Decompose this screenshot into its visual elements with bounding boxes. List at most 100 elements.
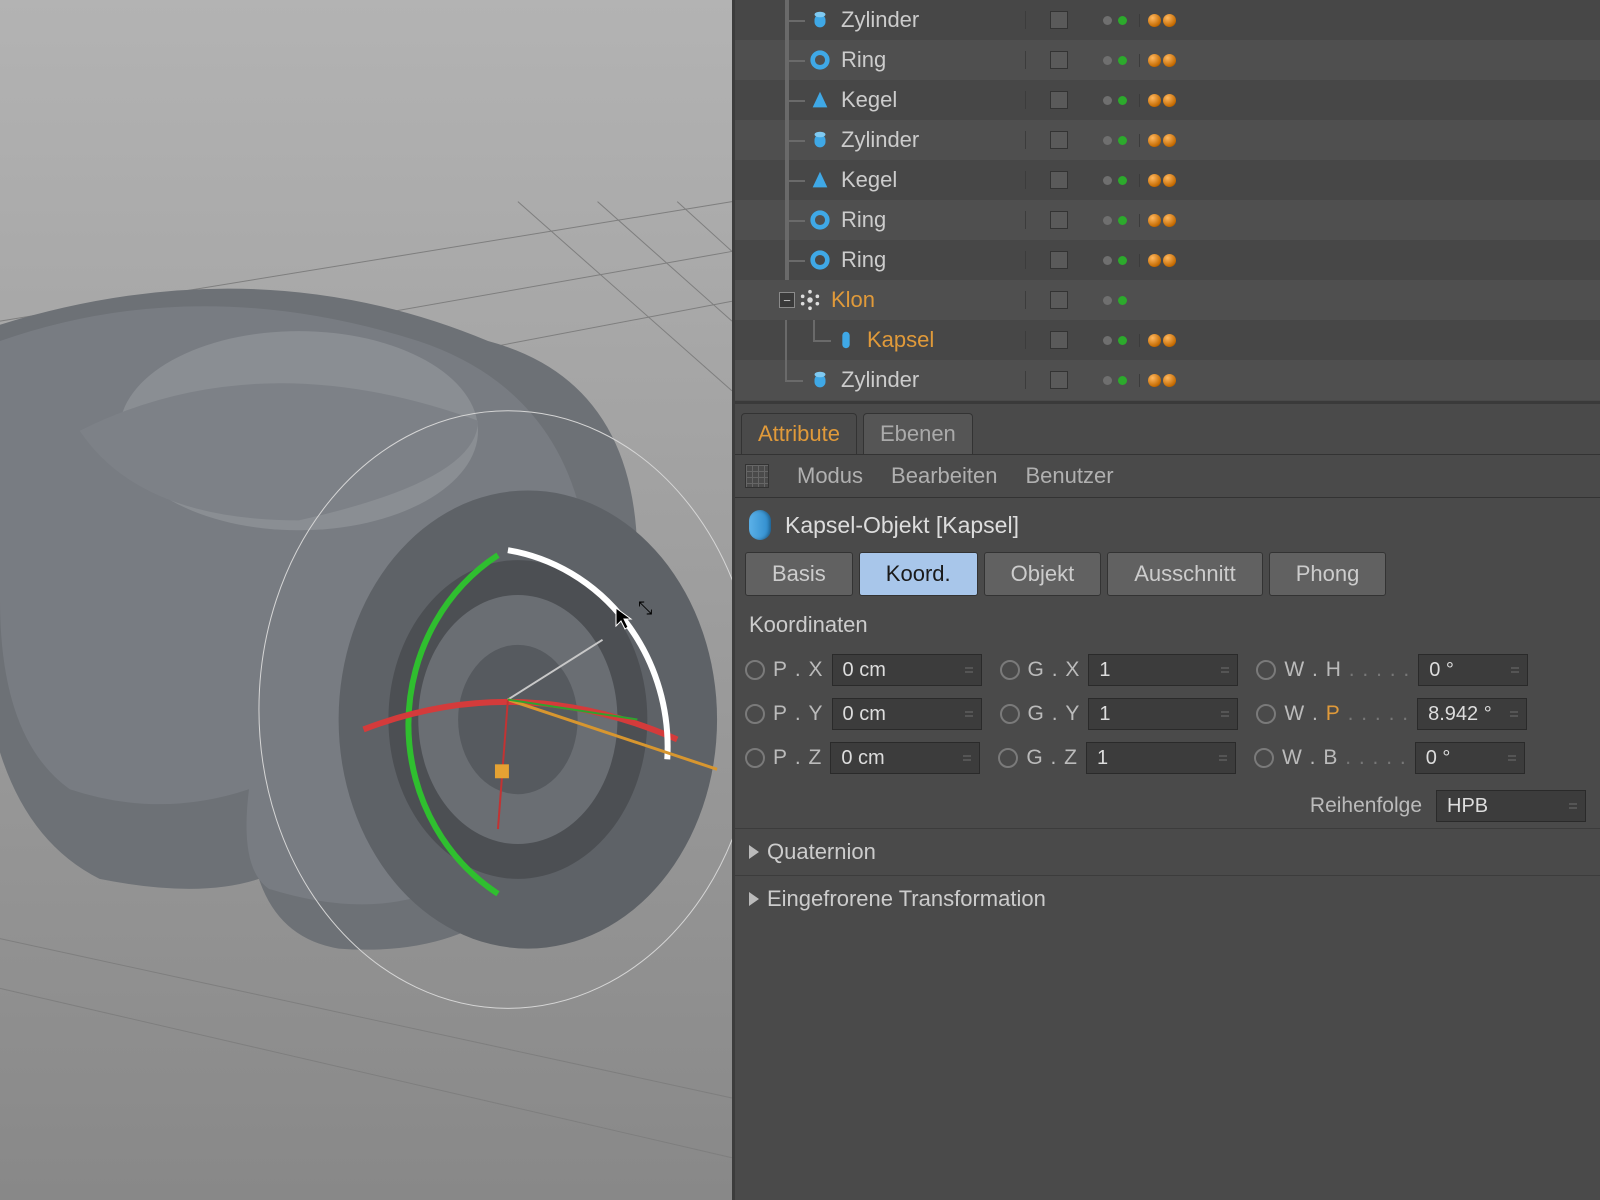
- anim-radio[interactable]: [998, 748, 1018, 768]
- label-gy: G . Y: [1028, 702, 1081, 726]
- ring-icon: [809, 49, 831, 71]
- input-gz[interactable]: 1: [1086, 742, 1236, 774]
- menu-bearbeiten[interactable]: Bearbeiten: [891, 463, 997, 489]
- object-row[interactable]: Zylinder: [735, 360, 1600, 400]
- object-row[interactable]: Ring: [735, 40, 1600, 80]
- rotate-cursor-badge-icon: ⤡: [638, 598, 652, 619]
- tab-basis[interactable]: Basis: [745, 552, 853, 596]
- capsule-icon: [749, 510, 771, 540]
- phong-tag-icon[interactable]: [1148, 174, 1161, 187]
- tab-ausschnitt[interactable]: Ausschnitt: [1107, 552, 1263, 596]
- edit-dot[interactable]: [1103, 16, 1112, 25]
- object-row[interactable]: Ring: [735, 240, 1600, 280]
- phong-tag-icon[interactable]: [1163, 334, 1176, 347]
- object-label: Zylinder: [841, 127, 919, 153]
- anim-radio[interactable]: [745, 660, 765, 680]
- cylinder-icon: [809, 129, 831, 151]
- phong-tag-icon[interactable]: [1163, 94, 1176, 107]
- phong-tag-icon[interactable]: [1163, 134, 1176, 147]
- phong-tag-icon[interactable]: [1148, 254, 1161, 267]
- label-px: P . X: [773, 658, 824, 682]
- disclosure-icon: [749, 892, 759, 906]
- input-gx[interactable]: 1: [1088, 654, 1238, 686]
- tab-koord[interactable]: Koord.: [859, 552, 978, 596]
- fold-label: Eingefrorene Transformation: [767, 886, 1046, 912]
- phong-tag-icon[interactable]: [1148, 14, 1161, 27]
- cone-icon: [809, 169, 831, 191]
- object-label: Ring: [841, 207, 886, 233]
- phong-tag-icon[interactable]: [1148, 134, 1161, 147]
- phong-tag-icon[interactable]: [1148, 334, 1161, 347]
- ring-icon: [809, 249, 831, 271]
- phong-tag-icon[interactable]: [1163, 214, 1176, 227]
- object-row[interactable]: Zylinder: [735, 0, 1600, 40]
- order-label: Reihenfolge: [1310, 794, 1422, 818]
- label-pz: P . Z: [773, 746, 822, 770]
- input-wp[interactable]: 8.942 °: [1417, 698, 1527, 730]
- viewport[interactable]: ⤡: [0, 0, 735, 1200]
- fold-quaternion[interactable]: Quaternion: [735, 828, 1600, 875]
- object-row[interactable]: − Klon: [735, 280, 1600, 320]
- fold-label: Quaternion: [767, 839, 876, 865]
- input-wb[interactable]: 0 °: [1415, 742, 1525, 774]
- input-pz[interactable]: 0 cm: [830, 742, 980, 774]
- cylinder-icon: [809, 9, 831, 31]
- object-label: Klon: [831, 287, 875, 313]
- phong-tag-icon[interactable]: [1148, 54, 1161, 67]
- anim-radio[interactable]: [1254, 748, 1274, 768]
- object-manager[interactable]: Zylinder Ring: [735, 0, 1600, 401]
- menu-benutzer[interactable]: Benutzer: [1025, 463, 1113, 489]
- object-label: Ring: [841, 247, 886, 273]
- tab-phong[interactable]: Phong: [1269, 552, 1387, 596]
- label-wp: W . P . . . . .: [1284, 702, 1409, 726]
- tab-objekt[interactable]: Objekt: [984, 552, 1102, 596]
- phong-tag-icon[interactable]: [1163, 254, 1176, 267]
- object-label: Kegel: [841, 87, 897, 113]
- fold-frozen-transform[interactable]: Eingefrorene Transformation: [735, 875, 1600, 922]
- lock-grid-icon[interactable]: [745, 464, 769, 488]
- input-wh[interactable]: 0 °: [1418, 654, 1528, 686]
- anim-radio[interactable]: [745, 704, 765, 724]
- anim-radio[interactable]: [1000, 660, 1020, 680]
- anim-radio[interactable]: [1000, 704, 1020, 724]
- phong-tag-icon[interactable]: [1148, 374, 1161, 387]
- phong-tag-icon[interactable]: [1163, 374, 1176, 387]
- phong-tag-icon[interactable]: [1163, 54, 1176, 67]
- input-px[interactable]: 0 cm: [832, 654, 982, 686]
- object-row[interactable]: Ring: [735, 200, 1600, 240]
- object-row[interactable]: Kegel: [735, 160, 1600, 200]
- order-select[interactable]: HPB: [1436, 790, 1586, 822]
- layer-swatch[interactable]: [1050, 51, 1068, 69]
- tab-attribute[interactable]: Attribute: [741, 413, 857, 454]
- object-row[interactable]: Kapsel: [735, 320, 1600, 360]
- label-gz: G . Z: [1026, 746, 1078, 770]
- object-label: Ring: [841, 47, 886, 73]
- render-dot[interactable]: [1118, 16, 1127, 25]
- phong-tag-icon[interactable]: [1163, 174, 1176, 187]
- cloner-icon: [799, 289, 821, 311]
- object-row[interactable]: Zylinder: [735, 120, 1600, 160]
- section-title: Koordinaten: [735, 604, 1600, 648]
- phong-tag-icon[interactable]: [1148, 214, 1161, 227]
- collapse-button[interactable]: −: [779, 292, 795, 308]
- input-gy[interactable]: 1: [1088, 698, 1238, 730]
- object-label: Zylinder: [841, 367, 919, 393]
- cone-icon: [809, 89, 831, 111]
- anim-radio[interactable]: [1256, 660, 1276, 680]
- tab-ebenen[interactable]: Ebenen: [863, 413, 973, 454]
- menu-modus[interactable]: Modus: [797, 463, 863, 489]
- phong-tag-icon[interactable]: [1163, 14, 1176, 27]
- label-wb: W . B . . . . .: [1282, 746, 1407, 770]
- object-label: Kapsel: [867, 327, 934, 353]
- attribute-menu-bar: Modus Bearbeiten Benutzer: [735, 454, 1600, 498]
- object-row[interactable]: Kegel: [735, 80, 1600, 120]
- label-gx: G . X: [1028, 658, 1081, 682]
- ring-icon: [809, 209, 831, 231]
- layer-swatch[interactable]: [1050, 11, 1068, 29]
- anim-radio[interactable]: [1256, 704, 1276, 724]
- viewport-3d: [0, 0, 732, 1200]
- anim-radio[interactable]: [745, 748, 765, 768]
- object-label: Kegel: [841, 167, 897, 193]
- input-py[interactable]: 0 cm: [832, 698, 982, 730]
- phong-tag-icon[interactable]: [1148, 94, 1161, 107]
